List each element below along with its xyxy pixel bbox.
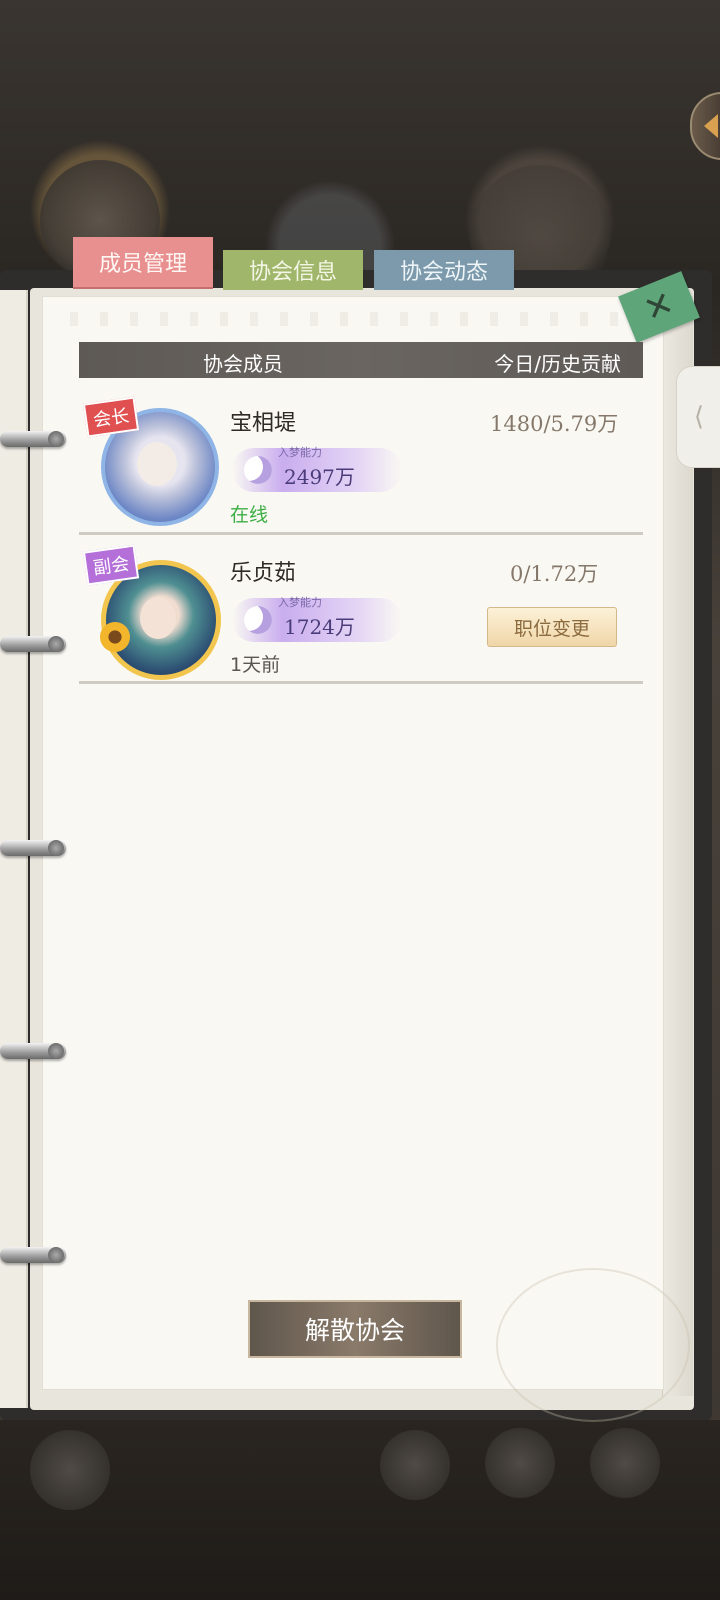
compass-decoration: [496, 1268, 690, 1422]
bottom-orb: [380, 1430, 450, 1500]
member-status: 在线: [230, 504, 269, 526]
chevron-left-icon: ⟨: [693, 402, 705, 432]
member-name[interactable]: 宝相堤: [230, 405, 296, 437]
bottom-orb: [485, 1428, 555, 1498]
tab-association-news[interactable]: 协会动态: [374, 250, 514, 290]
binder-ring: [0, 1247, 66, 1263]
bottom-orb: [30, 1430, 110, 1510]
decorative-star-band: [60, 312, 630, 326]
member-contribution: 0/1.72万: [510, 562, 599, 586]
dream-power-title: 入梦能力: [278, 446, 322, 459]
bottom-orb: [590, 1428, 660, 1498]
right-page-tab[interactable]: ⟨: [676, 366, 720, 468]
rank-badge-leader: 会长: [82, 396, 140, 438]
dream-power-value: 2497万: [284, 465, 355, 489]
tab-member-management[interactable]: 成员管理: [73, 237, 213, 287]
header-members-label: 协会成员: [203, 352, 283, 376]
row-divider: [79, 532, 643, 535]
binder-ring: [0, 1043, 66, 1059]
disband-association-button[interactable]: 解散协会: [248, 1300, 462, 1358]
member-name[interactable]: 乐贞茹: [230, 555, 296, 587]
row-divider: [79, 681, 643, 684]
moon-icon: [244, 456, 272, 484]
member-contribution: 1480/5.79万: [490, 412, 619, 436]
binder-ring: [0, 431, 66, 447]
dream-power-value: 1724万: [284, 615, 355, 639]
dream-power: 入梦能力 2497万: [232, 446, 402, 492]
close-icon: ✕: [638, 283, 680, 331]
change-role-button[interactable]: 职位变更: [487, 607, 617, 647]
binder-ring: [0, 636, 66, 652]
dream-power-title: 入梦能力: [278, 596, 322, 609]
avatar-face: [137, 442, 177, 486]
member-status: 1天前: [230, 654, 281, 676]
arrow-left-icon: [704, 114, 718, 138]
rank-badge-vice: 副会: [82, 544, 140, 586]
sunflower-icon: [100, 622, 130, 652]
dream-power: 入梦能力 1724万: [232, 596, 402, 642]
member-list-header: 协会成员 今日/历史贡献: [79, 342, 643, 378]
moon-icon: [244, 606, 272, 634]
header-contribution-label: 今日/历史贡献: [494, 352, 621, 376]
tab-association-info[interactable]: 协会信息: [223, 250, 363, 290]
avatar-face: [140, 597, 176, 639]
binder-ring: [0, 840, 66, 856]
